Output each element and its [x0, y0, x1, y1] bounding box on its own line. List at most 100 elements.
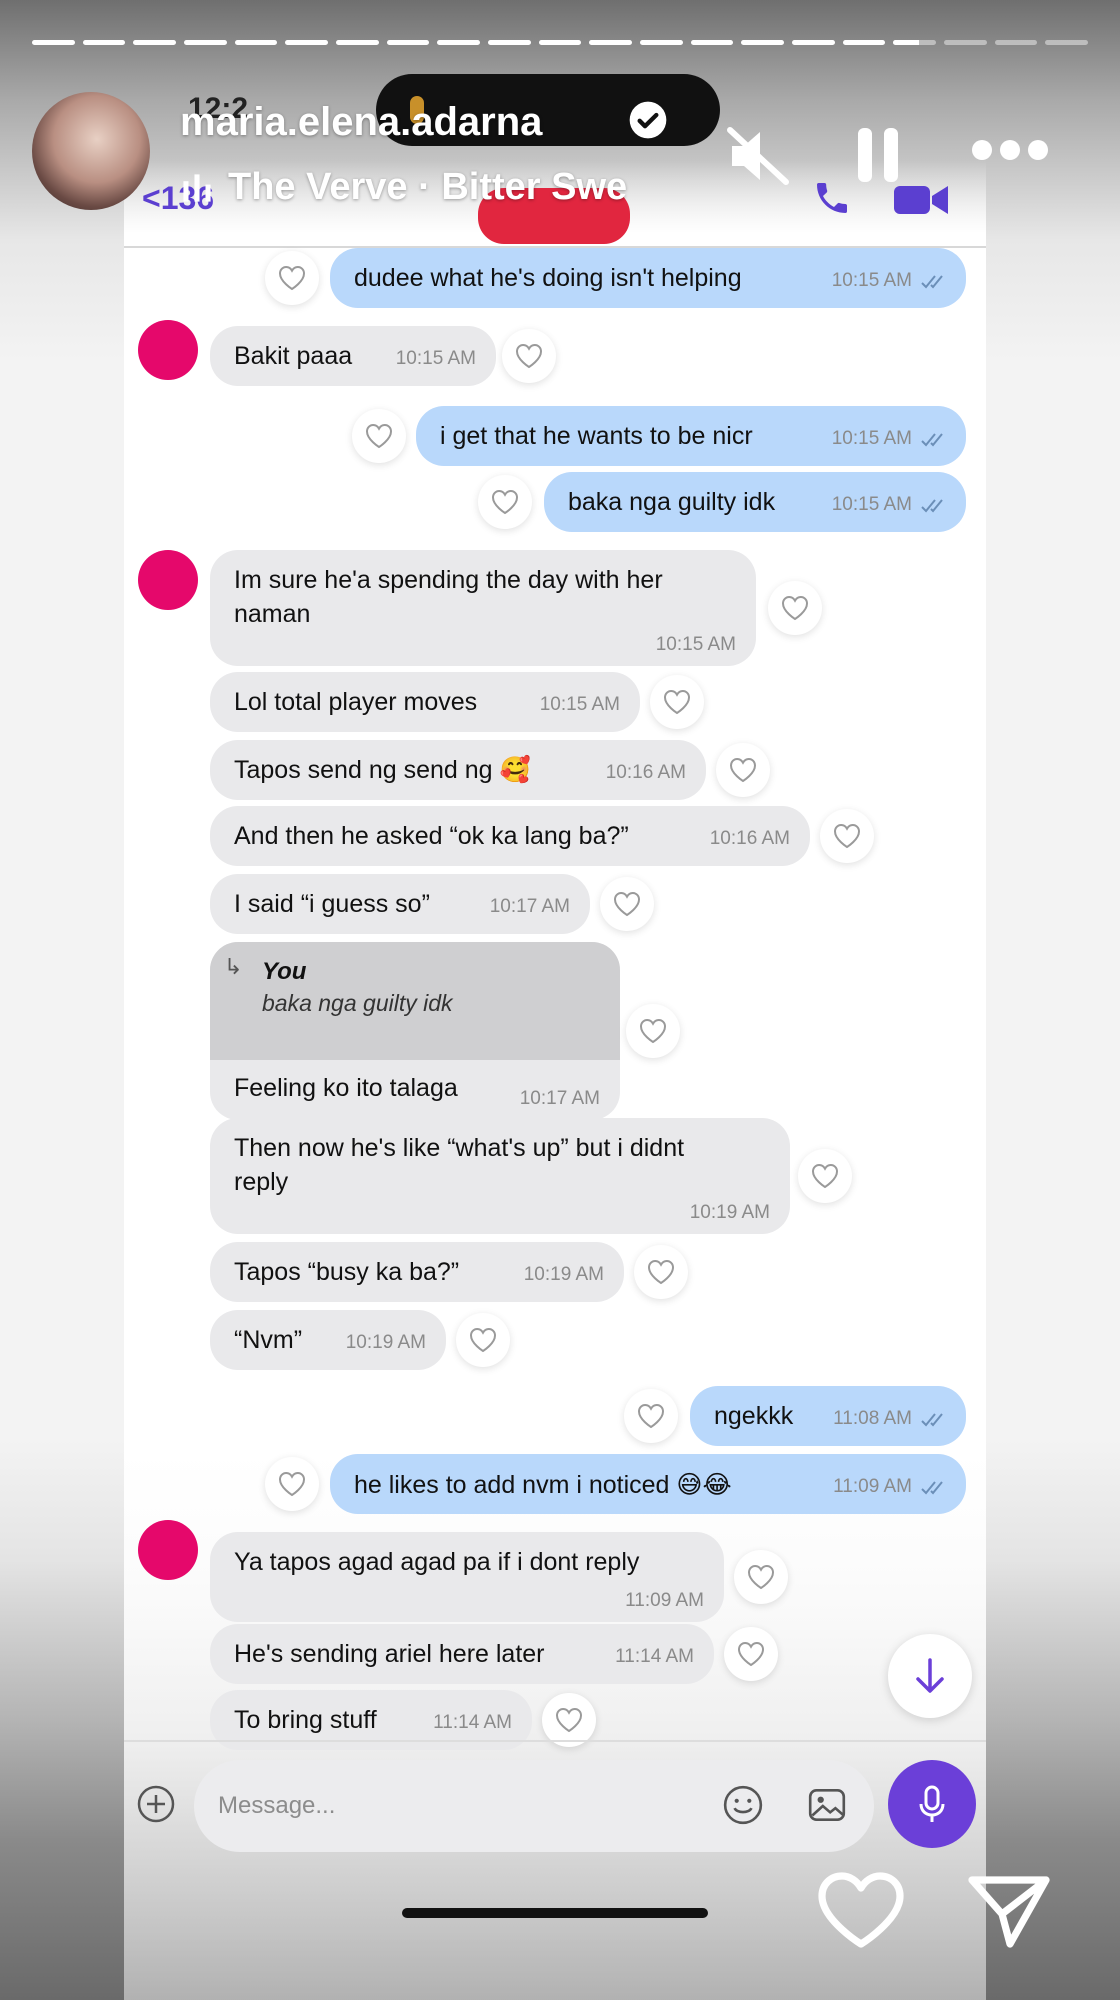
progress-segment: [538, 40, 582, 45]
message-text: Tapos send ng send ng 🥰: [234, 756, 531, 784]
progress-fill: [842, 40, 886, 45]
outgoing-message: ngekkk 11:08 AM: [690, 1386, 966, 1446]
progress-segment: [133, 40, 177, 45]
progress-segment: [893, 40, 937, 45]
reply-author: You: [262, 958, 307, 985]
message-input: Message...: [194, 1760, 874, 1852]
outgoing-message: he likes to add nvm i noticed 😅😂 11:09 AM: [330, 1454, 966, 1514]
progress-segment: [640, 40, 683, 45]
music-title: The Verve · Bitter Swe: [228, 166, 628, 208]
heart-icon[interactable]: [816, 1870, 906, 1950]
message-text: “Nvm”: [234, 1326, 303, 1354]
incoming-message: “Nvm” 10:19 AM: [210, 1310, 446, 1370]
incoming-message: And then he asked “ok ka lang ba?” 10:16 …: [210, 806, 810, 866]
react-heart-icon: [600, 877, 654, 931]
message-text: Feeling ko ito talaga: [234, 1074, 458, 1102]
message-text: He's sending ariel here later: [234, 1640, 545, 1668]
progress-fill: [893, 40, 920, 45]
message-text: I said “i guess so”: [234, 890, 430, 918]
message-text: baka nga guilty idk: [568, 488, 776, 516]
more-dots-icon[interactable]: [970, 138, 1050, 162]
react-heart-icon: [542, 1693, 596, 1747]
message-time: 10:19 AM: [523, 1264, 604, 1285]
message-time: 10:16 AM: [709, 828, 790, 849]
message-text: Tapos “busy ka ba?”: [234, 1258, 460, 1286]
contact-avatar-dot: [138, 320, 198, 380]
incoming-message: Tapos send ng send ng 🥰 10:16 AM: [210, 740, 706, 800]
progress-fill: [640, 40, 683, 45]
progress-fill: [234, 40, 278, 45]
progress-segment: [488, 40, 531, 45]
progress-segment: [690, 40, 734, 45]
progress-segment: [792, 40, 835, 45]
message-text: ngekkk: [714, 1402, 794, 1430]
gallery-icon: [808, 1788, 846, 1822]
progress-segment: [234, 40, 278, 45]
story-username[interactable]: maria.elena.adarna: [180, 100, 542, 145]
message-time: 11:14 AM: [433, 1712, 512, 1733]
progress-segment: [184, 40, 227, 45]
verified-badge-icon: [629, 101, 667, 139]
incoming-message: Ya tapos agad agad pa if i dont reply 11:…: [210, 1532, 724, 1622]
progress-fill: [690, 40, 734, 45]
outgoing-message: dudee what he's doing isn't helping 10:15…: [330, 248, 966, 308]
add-attachment-icon: [137, 1785, 175, 1823]
react-heart-icon: [798, 1149, 852, 1203]
progress-segment: [386, 40, 430, 45]
avatar[interactable]: [32, 92, 150, 210]
message-text: Bakit paaa: [234, 342, 353, 370]
message-text: To bring stuff: [234, 1706, 377, 1734]
incoming-message: I said “i guess so” 10:17 AM: [210, 874, 590, 934]
progress-segment: [589, 40, 633, 45]
incoming-message: Im sure he'a spending the day with her na…: [210, 550, 756, 666]
progress-fill: [82, 40, 126, 45]
message-input-placeholder: Message...: [218, 1792, 336, 1819]
reply-quote: ↳ You baka nga guilty idk: [210, 942, 620, 1060]
outgoing-message: i get that he wants to be nicr 10:15 AM: [416, 406, 966, 466]
message-text: Then now he's like “what's up” but i did…: [234, 1134, 685, 1162]
message-time: 10:15 AM: [539, 694, 620, 715]
contact-avatar-dot: [138, 1520, 198, 1580]
progress-fill: [741, 40, 785, 45]
read-receipt-icon: [920, 492, 950, 521]
chevron-left-icon: <: [142, 180, 161, 216]
speaker-muted-icon[interactable]: [726, 126, 790, 186]
message-time: 11:09 AM: [833, 1476, 912, 1497]
message-time: 10:17 AM: [489, 896, 570, 917]
progress-segment: [741, 40, 785, 45]
incoming-message: Then now he's like “what's up” but i did…: [210, 1118, 790, 1234]
music-bars-icon: [183, 173, 211, 202]
react-heart-icon: [650, 675, 704, 729]
read-receipt-icon: [920, 1406, 950, 1435]
progress-fill: [336, 40, 379, 45]
progress-segment: [1045, 40, 1089, 45]
incoming-message: Bakit paaa 10:15 AM: [210, 326, 496, 386]
react-heart-icon: [352, 409, 406, 463]
phone-call-icon: [817, 183, 847, 213]
progress-fill: [133, 40, 177, 45]
pause-icon[interactable]: [856, 126, 900, 184]
progress-segment: [437, 40, 481, 45]
read-receipt-icon: [920, 268, 950, 297]
react-heart-icon: [724, 1627, 778, 1681]
message-text: Ya tapos agad agad pa if i dont reply: [234, 1548, 640, 1576]
message-text-line2: reply: [234, 1168, 289, 1196]
message-time: 10:15 AM: [831, 270, 912, 291]
story-music[interactable]: The Verve · Bitter Swe: [180, 166, 627, 209]
send-icon[interactable]: [966, 1872, 1052, 1950]
progress-segment: [842, 40, 886, 45]
react-heart-icon: [634, 1245, 688, 1299]
react-heart-icon: [716, 743, 770, 797]
progress-fill: [386, 40, 430, 45]
message-time: 10:17 AM: [519, 1088, 600, 1109]
message-time: 10:19 AM: [689, 1202, 770, 1223]
message-time: 11:14 AM: [615, 1646, 694, 1667]
message-text: i get that he wants to be nicr: [440, 422, 753, 450]
incoming-message: ↳ You baka nga guilty idk Feeling ko ito ta…: [210, 942, 620, 1120]
message-time: 10:15 AM: [395, 348, 476, 369]
react-heart-icon: [502, 329, 556, 383]
message-text: Lol total player moves: [234, 688, 478, 716]
incoming-message: Lol total player moves 10:15 AM: [210, 672, 640, 732]
react-heart-icon: [265, 251, 319, 305]
message-time: 10:19 AM: [345, 1332, 426, 1353]
